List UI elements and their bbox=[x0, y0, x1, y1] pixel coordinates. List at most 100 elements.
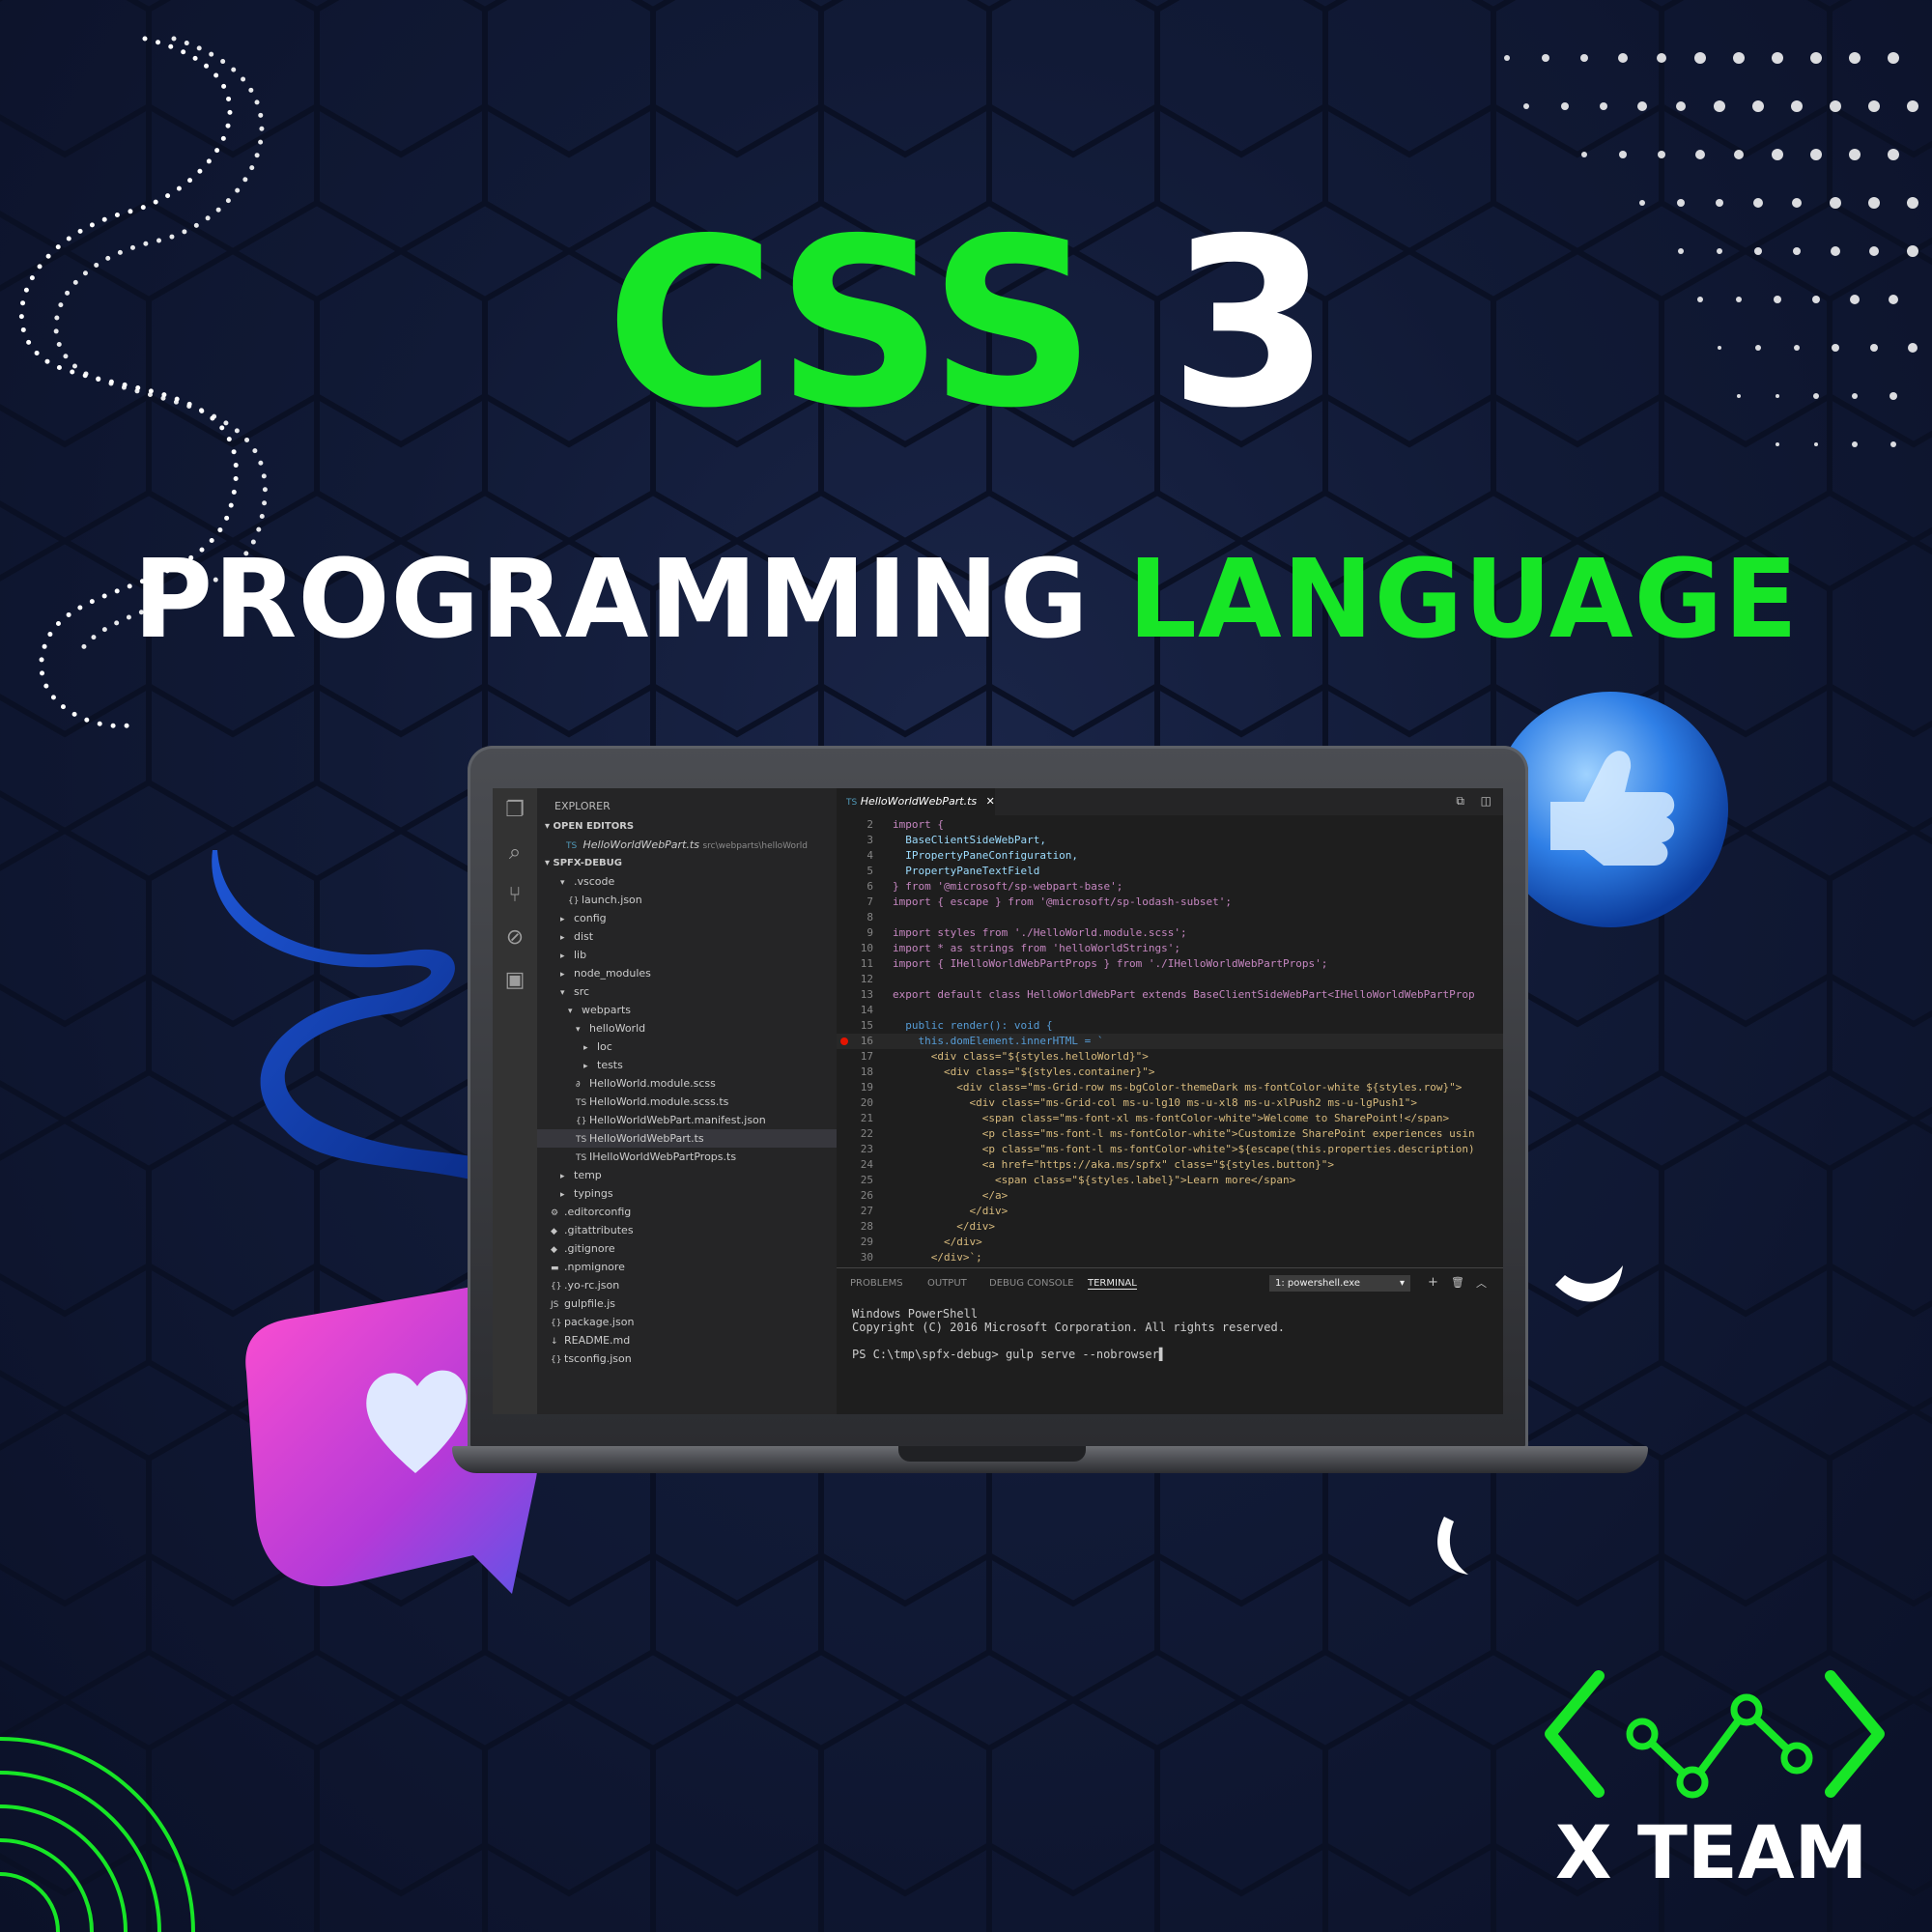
file-tree-item[interactable]: ▸ node_modules bbox=[537, 964, 837, 982]
code-text: </div> bbox=[893, 1205, 1009, 1217]
terminal-prompt[interactable]: PS C:\tmp\spfx-debug> gulp serve --nobro… bbox=[852, 1348, 1166, 1361]
code-line: 21 <span class="ms-font-xl ms-fontColor-… bbox=[837, 1111, 1503, 1126]
file-tree-item[interactable]: ▸ config bbox=[537, 909, 837, 927]
terminal-select[interactable]: 1: powershell.exe ▾ bbox=[1269, 1275, 1410, 1292]
line-number: 30 bbox=[860, 1251, 873, 1264]
code-text: public render(): void { bbox=[893, 1019, 1053, 1032]
line-number: 19 bbox=[860, 1081, 873, 1094]
file-tree-item[interactable]: ▾ webparts bbox=[537, 1001, 837, 1019]
file-tree-item[interactable]: ▸ dist bbox=[537, 927, 837, 946]
code-line: 25 <span class="${styles.label}">Learn m… bbox=[837, 1173, 1503, 1188]
file-tree-item[interactable]: ▾ src bbox=[537, 982, 837, 1001]
file-tree-item[interactable]: ▸ temp bbox=[537, 1166, 837, 1184]
split-editor-icon[interactable]: ◫ bbox=[1481, 794, 1492, 808]
code-text: <div class="ms-Grid-col ms-u-lg10 ms-u-x… bbox=[893, 1096, 1418, 1109]
chevron-up-icon[interactable]: ︿ bbox=[1476, 1275, 1487, 1291]
line-number: 23 bbox=[860, 1143, 873, 1155]
explorer-title: EXPLORER bbox=[554, 800, 611, 812]
headline-css: CSS bbox=[605, 188, 1096, 459]
code-text: PropertyPaneTextField bbox=[893, 865, 1040, 877]
code-text: <p class="ms-font-l ms-fontColor-white">… bbox=[893, 1143, 1475, 1155]
code-line: 9 import styles from './HelloWorld.module… bbox=[837, 925, 1503, 941]
file-tree-item[interactable]: TS HelloWorld.module.scss.ts bbox=[537, 1093, 837, 1111]
open-editors-header[interactable]: ▾ OPEN EDITORS bbox=[537, 817, 844, 836]
tab-terminal[interactable]: TERMINAL bbox=[1088, 1278, 1137, 1290]
file-tree-item[interactable]: {} package.json bbox=[537, 1313, 837, 1331]
code-line: 11 import { IHelloWorldWebPartProps } fro… bbox=[837, 956, 1503, 972]
code-line: 13 export default class HelloWorldWebPart… bbox=[837, 987, 1503, 1003]
file-tree-label: typings bbox=[574, 1187, 613, 1200]
file-tree-item[interactable]: JS gulpfile.js bbox=[537, 1294, 837, 1313]
code-line: 16 this.domElement.innerHTML = ` bbox=[837, 1034, 1503, 1049]
code-line: 26 </a> bbox=[837, 1188, 1503, 1204]
open-changes-icon[interactable]: ⧉ bbox=[1456, 794, 1464, 809]
project-label: SPFX-DEBUG bbox=[553, 858, 623, 868]
open-editor-item[interactable]: TS HelloWorldWebPart.ts src\webparts\hel… bbox=[566, 836, 808, 854]
file-tree-label: .vscode bbox=[574, 875, 615, 888]
project-header[interactable]: ▾ SPFX-DEBUG bbox=[537, 854, 844, 872]
tab-helloworldwebpart[interactable]: TS HelloWorldWebPart.ts ✕ bbox=[837, 788, 995, 815]
file-tree-item[interactable]: ▾ .vscode bbox=[537, 872, 837, 891]
code-line: 22 <p class="ms-font-l ms-fontColor-whit… bbox=[837, 1126, 1503, 1142]
line-number: 7 bbox=[867, 895, 873, 908]
code-text: <div class="${styles.container}"> bbox=[893, 1065, 1155, 1078]
file-tree-item[interactable]: {} .yo-rc.json bbox=[537, 1276, 837, 1294]
line-number: 6 bbox=[867, 880, 873, 893]
file-tree-item[interactable]: TS HelloWorldWebPart.ts bbox=[537, 1129, 837, 1148]
code-editor[interactable]: 2 import {3 BaseClientSideWebPart, 4 IProp… bbox=[837, 817, 1503, 1291]
code-line: 6} from '@microsoft/sp-webpart-base'; bbox=[837, 879, 1503, 895]
file-tree-item[interactable]: ▸ tests bbox=[537, 1056, 837, 1074]
line-number: 20 bbox=[860, 1096, 873, 1109]
terminal-line: Copyright (C) 2016 Microsoft Corporation… bbox=[852, 1321, 1285, 1334]
trash-icon[interactable]: 🗑 bbox=[1451, 1276, 1464, 1289]
file-tree-item[interactable]: {} HelloWorldWebPart.manifest.json bbox=[537, 1111, 837, 1129]
extensions-icon[interactable]: ▣ bbox=[502, 968, 527, 993]
code-line: 12 bbox=[837, 972, 1503, 987]
source-control-icon[interactable]: ⑂ bbox=[502, 883, 527, 908]
file-tree-item[interactable]: ∂ HelloWorld.module.scss bbox=[537, 1074, 837, 1093]
code-line: 19 <div class="ms-Grid-row ms-bgColor-th… bbox=[837, 1080, 1503, 1095]
file-tree-label: README.md bbox=[564, 1334, 631, 1347]
bottom-panel: PROBLEMS OUTPUT DEBUG CONSOLE TERMINAL 1… bbox=[837, 1267, 1503, 1414]
file-tree-item[interactable]: ▸ loc bbox=[537, 1037, 837, 1056]
line-number: 21 bbox=[860, 1112, 873, 1124]
line-number: 28 bbox=[860, 1220, 873, 1233]
code-text: <p class="ms-font-l ms-fontColor-white">… bbox=[893, 1127, 1475, 1140]
debug-icon[interactable]: ⊘ bbox=[502, 925, 527, 951]
file-tree-item[interactable]: TS IHelloWorldWebPartProps.ts bbox=[537, 1148, 837, 1166]
line-number: 4 bbox=[867, 849, 873, 862]
headline-version: 3 bbox=[1169, 188, 1330, 459]
search-icon[interactable]: ⌕ bbox=[502, 840, 527, 866]
open-editors-label: OPEN EDITORS bbox=[553, 821, 635, 832]
close-icon[interactable]: ✕ bbox=[986, 795, 995, 808]
code-text: <div class="${styles.helloWorld}"> bbox=[893, 1050, 1149, 1063]
file-tree-item[interactable]: ▬ .npmignore bbox=[537, 1258, 837, 1276]
breakpoint-icon[interactable] bbox=[840, 1037, 848, 1045]
editor-tabbar: TS HelloWorldWebPart.ts ✕ ⧉ ◫ bbox=[837, 788, 1503, 815]
line-number: 17 bbox=[860, 1050, 873, 1063]
file-tree-item[interactable]: ▸ lib bbox=[537, 946, 837, 964]
vscode-window: ❐ ⌕ ⑂ ⊘ ▣ EXPLORER ▾ OPEN EDITORS TS Hel… bbox=[493, 788, 1503, 1414]
file-tree-item[interactable]: ▾ helloWorld bbox=[537, 1019, 837, 1037]
typescript-icon: TS bbox=[846, 798, 858, 808]
tab-problems[interactable]: PROBLEMS bbox=[850, 1278, 903, 1289]
add-terminal-icon[interactable]: + bbox=[1428, 1275, 1438, 1290]
line-number: 24 bbox=[860, 1158, 873, 1171]
file-tree-label: .gitignore bbox=[564, 1242, 615, 1255]
tab-debug-console[interactable]: DEBUG CONSOLE bbox=[989, 1278, 1074, 1289]
file-tree-item[interactable]: ↓ README.md bbox=[537, 1331, 837, 1350]
tab-output[interactable]: OUTPUT bbox=[927, 1278, 967, 1289]
code-line: 15 public render(): void { bbox=[837, 1018, 1503, 1034]
files-icon[interactable]: ❐ bbox=[502, 798, 527, 823]
file-tree-item[interactable]: ◆ .gitignore bbox=[537, 1239, 837, 1258]
file-tree-item[interactable]: {} tsconfig.json bbox=[537, 1350, 837, 1368]
file-tree-item[interactable]: ⚙ .editorconfig bbox=[537, 1203, 837, 1221]
line-number: 26 bbox=[860, 1189, 873, 1202]
file-tree-item[interactable]: ◆ .gitattributes bbox=[537, 1221, 837, 1239]
code-text: import { escape } from '@microsoft/sp-lo… bbox=[893, 895, 1232, 908]
file-tree-label: helloWorld bbox=[589, 1022, 646, 1035]
file-tree-item[interactable]: {} launch.json bbox=[537, 891, 837, 909]
file-tree-item[interactable]: ▸ typings bbox=[537, 1184, 837, 1203]
file-icon: {} bbox=[551, 1355, 562, 1365]
file-tree-label: .npmignore bbox=[564, 1261, 625, 1273]
